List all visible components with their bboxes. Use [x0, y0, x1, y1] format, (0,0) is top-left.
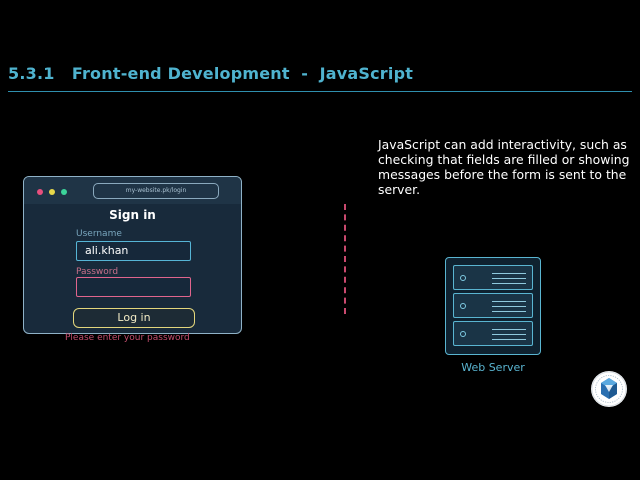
- username-label: Username: [76, 229, 122, 239]
- description-text: JavaScript can add interactivity, such a…: [378, 137, 630, 197]
- minimize-dot-icon[interactable]: [49, 189, 55, 195]
- password-error-message: Please enter your password: [65, 333, 190, 343]
- connection-dashed-line: [344, 204, 346, 314]
- server-led-icon: [460, 303, 466, 309]
- server-label: Web Server: [461, 361, 525, 374]
- server-unit: [453, 293, 533, 318]
- institution-logo-icon: [591, 371, 627, 407]
- title-divider: [8, 91, 632, 92]
- maximize-dot-icon[interactable]: [61, 189, 67, 195]
- login-button[interactable]: Log in: [73, 308, 195, 328]
- slide-title: 5.3.1 Front-end Development - JavaScript: [8, 64, 414, 83]
- address-bar[interactable]: my-website.pk/login: [93, 183, 219, 199]
- close-dot-icon[interactable]: [37, 189, 43, 195]
- username-field[interactable]: ali.khan: [76, 241, 191, 261]
- server-icon: [445, 257, 541, 355]
- browser-titlebar: my-website.pk/login: [24, 177, 241, 204]
- server-unit: [453, 265, 533, 290]
- password-label: Password: [76, 267, 119, 277]
- signin-heading: Sign in: [109, 208, 156, 222]
- server-unit: [453, 321, 533, 346]
- server-led-icon: [460, 275, 466, 281]
- browser-window: my-website.pk/login Sign in Username ali…: [23, 176, 242, 334]
- slide: 5.3.1 Front-end Development - JavaScript…: [0, 0, 640, 480]
- server-led-icon: [460, 331, 466, 337]
- password-field[interactable]: [76, 277, 191, 297]
